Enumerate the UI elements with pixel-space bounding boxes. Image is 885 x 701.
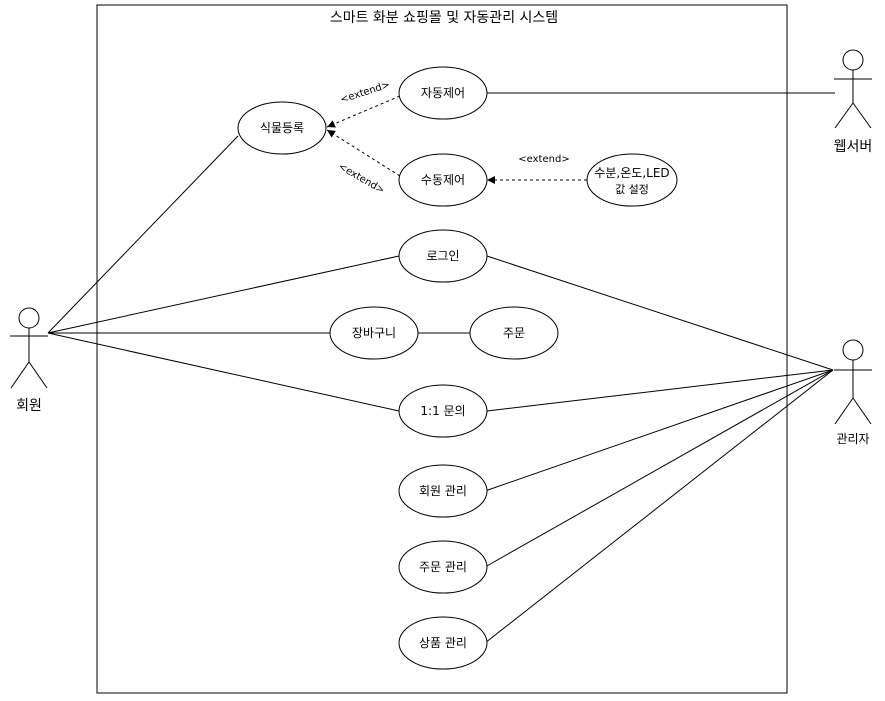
use-case-product-mgmt[interactable]: 상품 관리 — [398, 616, 488, 670]
use-case-manual-control[interactable]: 수동제어 — [398, 153, 488, 207]
assoc-admin-product-mgmt — [484, 369, 834, 644]
use-case-cart[interactable]: 장바구니 — [329, 306, 419, 360]
use-case-member-mgmt[interactable]: 회원 관리 — [398, 464, 488, 518]
use-case-label-line1: 수분,온도,LED — [594, 166, 669, 180]
actor-admin[interactable] — [834, 339, 872, 425]
assoc-admin-order-mgmt — [484, 369, 834, 568]
actor-webserver-label: 웹서버 — [834, 139, 873, 155]
use-case-plant-register[interactable]: 식물등록 — [237, 101, 327, 155]
actor-member[interactable] — [10, 307, 48, 389]
extend-label-setting: <extend> — [518, 154, 569, 165]
actor-head-icon — [18, 307, 40, 329]
use-case-label: 자동제어 — [421, 86, 465, 100]
extend-auto-to-plant — [326, 95, 401, 128]
extend-label-manual: <extend> — [336, 161, 386, 196]
assoc-admin-inquiry — [486, 369, 834, 412]
actor-admin-label: 관리자 — [836, 432, 869, 446]
use-case-order[interactable]: 주문 — [469, 306, 559, 360]
actor-member-label: 회원 — [16, 398, 42, 414]
use-case-label: 주문 — [503, 326, 525, 340]
assoc-admin-member-mgmt — [484, 369, 834, 492]
use-case-auto-control[interactable]: 자동제어 — [398, 66, 488, 120]
use-case-order-mgmt[interactable]: 주문 관리 — [398, 540, 488, 594]
use-case-value-setting[interactable]: 수분,온도,LED 값 설정 — [586, 153, 678, 207]
use-case-inquiry[interactable]: 1:1 문의 — [398, 384, 488, 438]
use-case-label: 장바구니 — [352, 326, 396, 340]
actor-webserver[interactable] — [834, 49, 872, 129]
use-case-label: 수동제어 — [421, 173, 465, 187]
assoc-admin-cart — [55, 333, 833, 370]
use-case-label: 식물등록 — [260, 121, 304, 135]
system-title: 스마트 화분 쇼핑몰 및 자동관리 시스템 — [330, 10, 558, 26]
use-case-label: 로그인 — [426, 249, 459, 263]
use-case-label: 상품 관리 — [419, 636, 467, 650]
use-case-label-line2: 값 설정 — [615, 183, 649, 196]
use-case-label: 주문 관리 — [419, 560, 467, 574]
use-case-label: 1:1 문의 — [420, 404, 465, 418]
extend-label-auto: <extend> — [339, 79, 391, 105]
use-case-label: 회원 관리 — [419, 484, 467, 498]
actor-head-icon — [842, 49, 864, 71]
assoc-member-plant-register — [47, 135, 239, 334]
use-case-login[interactable]: 로그인 — [398, 229, 488, 283]
actor-head-icon — [842, 339, 864, 361]
use-case-diagram: 스마트 화분 쇼핑몰 및 자동관리 시스템 <extend> <extend> … — [10, 4, 873, 694]
